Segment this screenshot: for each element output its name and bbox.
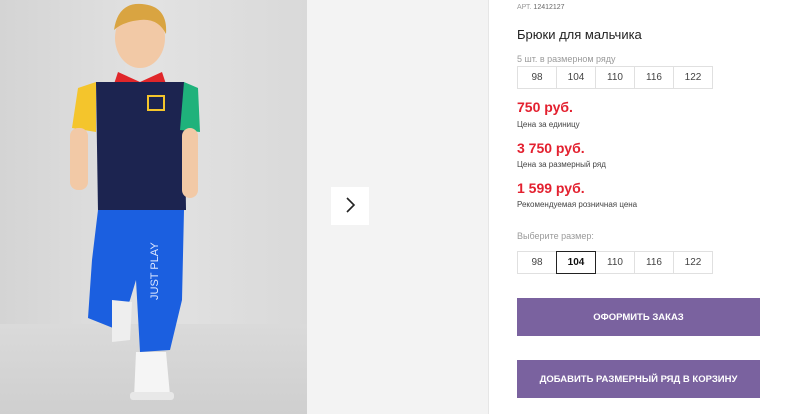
panel-divider (488, 0, 489, 414)
product-photo[interactable]: JUST PLAY (0, 0, 307, 414)
size-option-104[interactable]: 104 (556, 251, 596, 274)
size-range-item: 116 (634, 66, 674, 89)
product-title: Брюки для мальчика (517, 27, 642, 42)
size-range-item: 122 (673, 66, 713, 89)
boy-illustration: JUST PLAY (70, 3, 200, 400)
size-option-122[interactable]: 122 (673, 251, 713, 274)
retail-price: 1 599 руб. (517, 180, 585, 196)
article-label: АРТ. (517, 4, 532, 11)
unit-price-caption: Цена за единицу (517, 120, 580, 129)
size-option-110[interactable]: 110 (595, 251, 635, 274)
size-range-caption: 5 шт. в размерном ряду (517, 54, 616, 64)
retail-price-caption: Рекомендуемая розничная цена (517, 200, 638, 209)
range-price-caption: Цена за размерный ряд (517, 160, 606, 169)
size-option-98[interactable]: 98 (517, 251, 557, 274)
product-gallery: JUST PLAY (0, 0, 488, 414)
svg-text:JUST PLAY: JUST PLAY (149, 242, 161, 300)
size-range-item: 104 (556, 66, 596, 89)
size-range-item: 98 (517, 66, 557, 89)
unit-price: 750 руб. (517, 99, 573, 115)
size-option-116[interactable]: 116 (634, 251, 674, 274)
article-number: АРТ. 12412127 (517, 4, 565, 11)
chevron-right-icon (343, 196, 357, 217)
size-range-list: 98 104 110 116 122 (517, 66, 713, 89)
range-price: 3 750 руб. (517, 140, 585, 156)
order-button[interactable]: ОФОРМИТЬ ЗАКАЗ (517, 298, 760, 336)
gallery-next-button[interactable] (331, 187, 369, 225)
article-value: 12412127 (533, 4, 565, 11)
size-range-item: 110 (595, 66, 635, 89)
size-select-list: 98 104 110 116 122 (517, 251, 713, 274)
size-select-caption: Выберите размер: (517, 231, 594, 241)
add-range-to-cart-button[interactable]: ДОБАВИТЬ РАЗМЕРНЫЙ РЯД В КОРЗИНУ (517, 360, 760, 398)
